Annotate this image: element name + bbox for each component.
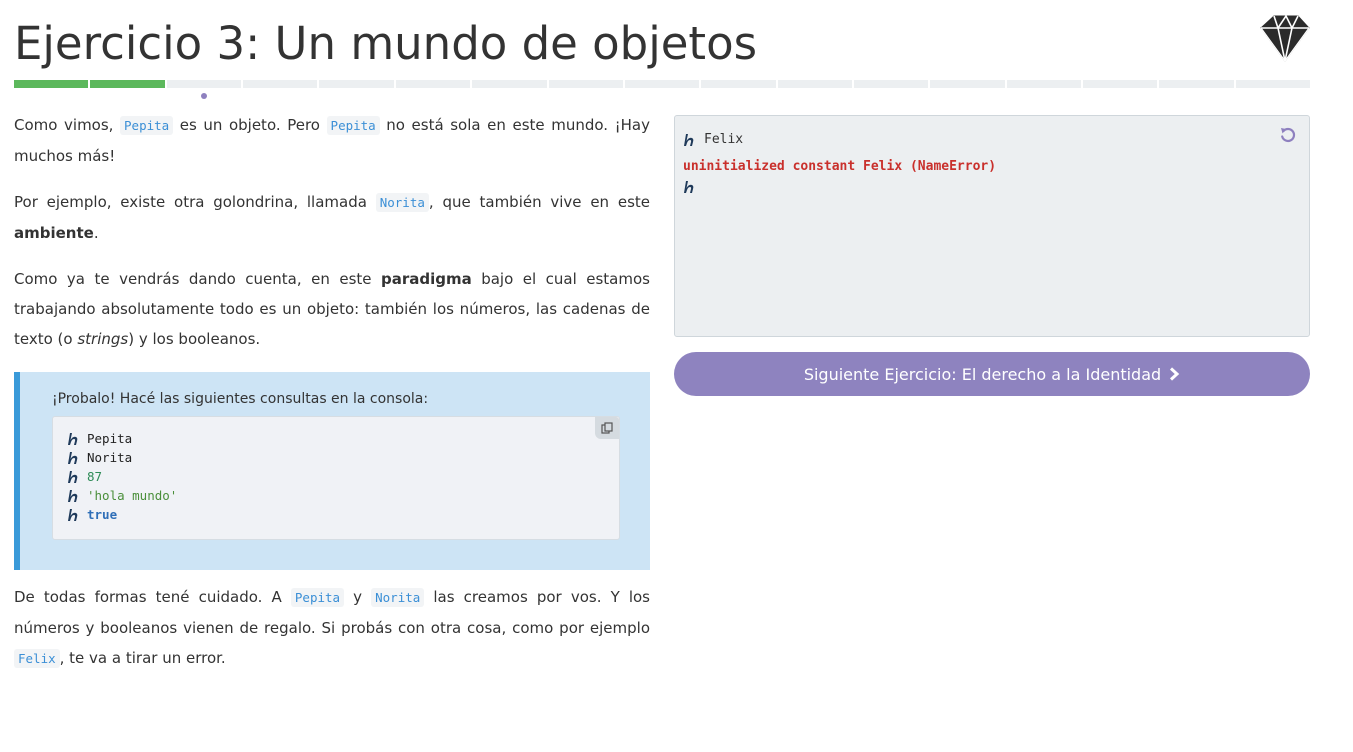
inline-code: Pepita <box>326 116 380 135</box>
text: y <box>344 588 372 606</box>
copy-icon <box>601 422 613 434</box>
progress-step-completed[interactable] <box>90 80 165 88</box>
inline-code: Felix <box>14 649 60 668</box>
inline-code: Pepita <box>290 588 345 607</box>
ruby-gem-icon <box>1260 14 1310 62</box>
code-text: 87 <box>87 469 103 484</box>
sample-queries-code-block: Pepita Norita 87 'hola mundo' true <box>52 416 620 540</box>
code-text: true <box>87 507 118 522</box>
exercise-page: Ejercicio 3: Un mundo de objetos Como vi… <box>0 0 1353 752</box>
progress-step[interactable] <box>243 80 318 88</box>
inline-code: Pepita <box>120 116 174 135</box>
code-text: Pepita <box>87 431 133 446</box>
exercise-progress-bar <box>14 80 1311 89</box>
mumuki-prompt-icon <box>68 470 78 483</box>
code-line: 87 <box>67 467 605 486</box>
progress-step[interactable] <box>853 80 929 88</box>
interactive-console[interactable]: Felix uninitialized constant Felix (Name… <box>674 115 1310 337</box>
progress-step-current[interactable] <box>166 80 242 88</box>
description-paragraph: Por ejemplo, existe otra golondrina, lla… <box>14 187 650 248</box>
console-prompt-line[interactable] <box>683 180 1301 194</box>
code-text: 'hola mundo' <box>87 488 178 503</box>
italic-term: strings <box>77 330 129 348</box>
current-step-marker <box>201 93 207 99</box>
text: es un objeto. Pero <box>173 116 327 134</box>
description-paragraph: De todas formas tené cuidado. A Pepita y… <box>14 582 650 674</box>
next-exercise-label: Siguiente Ejercicio: El derecho a la Ide… <box>803 364 1162 384</box>
progress-step[interactable] <box>1083 80 1158 88</box>
code-line: Norita <box>67 448 605 467</box>
text: Como ya te vendrás dando cuenta, en este <box>14 270 381 288</box>
text: , que también vive en este <box>428 193 651 211</box>
inline-code: Norita <box>375 193 429 212</box>
text: . <box>93 224 99 242</box>
mumuki-prompt-icon <box>68 432 78 445</box>
progress-step[interactable] <box>395 80 471 88</box>
page-title: Ejercicio 3: Un mundo de objetos <box>14 17 758 70</box>
progress-step[interactable] <box>930 80 1005 88</box>
text: Como vimos, <box>14 116 121 134</box>
description-paragraph: Como vimos, Pepita es un objeto. Pero Pe… <box>14 110 650 171</box>
progress-step[interactable] <box>777 80 852 88</box>
code-line: 'hola mundo' <box>67 486 605 505</box>
text: ) y los booleanos. <box>128 330 261 348</box>
mumuki-prompt-icon <box>684 181 694 193</box>
bold-term: paradigma <box>380 270 472 288</box>
description-paragraph: Como ya te vendrás dando cuenta, en este… <box>14 264 650 354</box>
progress-step[interactable] <box>1235 80 1311 88</box>
next-exercise-button[interactable]: Siguiente Ejercicio: El derecho a la Ide… <box>674 352 1310 396</box>
progress-step[interactable] <box>319 80 394 88</box>
inline-code: Norita <box>371 588 425 607</box>
console-error-output: uninitialized constant Felix (NameError) <box>683 159 997 174</box>
console-input-line: Felix <box>683 126 1301 153</box>
chevron-right-icon <box>1170 367 1180 381</box>
bold-term: ambiente <box>14 224 94 242</box>
progress-step[interactable] <box>624 80 700 88</box>
text: Por ejemplo, existe otra golondrina, lla… <box>14 193 376 211</box>
code-line: Pepita <box>67 429 605 448</box>
progress-step[interactable] <box>472 80 547 88</box>
progress-step[interactable] <box>701 80 776 88</box>
copy-button[interactable] <box>595 417 619 439</box>
progress-step[interactable] <box>548 80 623 88</box>
try-it-callout: ¡Probalo! Hacé las siguientes consultas … <box>14 372 650 570</box>
code-line: true <box>67 505 605 524</box>
mumuki-prompt-icon <box>68 489 78 502</box>
text: De todas formas tené cuidado. A <box>14 588 291 606</box>
console-input-text: Felix <box>704 132 744 147</box>
mumuki-prompt-icon <box>68 451 78 464</box>
progress-step[interactable] <box>1006 80 1082 88</box>
progress-step-completed[interactable] <box>14 80 89 88</box>
mumuki-prompt-icon <box>684 133 694 146</box>
mumuki-prompt-icon <box>68 508 78 521</box>
text: , te va a tirar un error. <box>59 649 226 667</box>
reset-icon[interactable] <box>1279 126 1297 144</box>
progress-step[interactable] <box>1159 80 1234 88</box>
exercise-description: Como vimos, Pepita es un objeto. Pero Pe… <box>14 110 650 690</box>
callout-title: ¡Probalo! Hacé las siguientes consultas … <box>52 391 429 407</box>
code-text: Norita <box>87 450 133 465</box>
